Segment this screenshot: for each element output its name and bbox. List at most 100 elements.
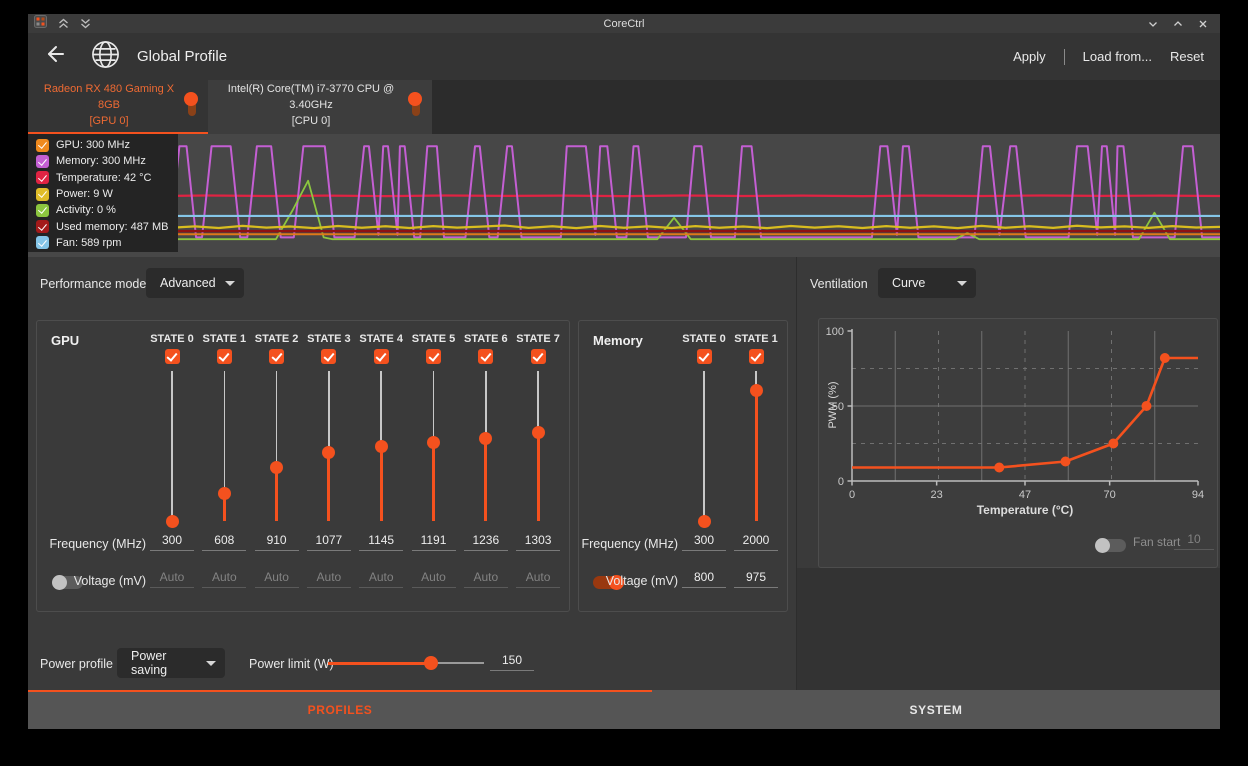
maximize-button[interactable]	[1173, 19, 1183, 29]
voltage-input[interactable]: Auto	[150, 570, 194, 588]
slider-handle[interactable]	[427, 436, 440, 449]
state-column: STATE 31077Auto	[303, 321, 355, 613]
slider-handle[interactable]	[322, 446, 335, 459]
back-button[interactable]	[44, 43, 66, 70]
tab-system[interactable]: SYSTEM	[652, 690, 1220, 729]
voltage-input[interactable]: Auto	[202, 570, 246, 588]
frequency-input[interactable]: 300	[682, 533, 726, 551]
power-limit-slider[interactable]	[328, 656, 484, 670]
axis-tick-label: 70	[1104, 489, 1116, 501]
slider-handle[interactable]	[218, 487, 231, 500]
state-checkbox[interactable]	[531, 349, 546, 364]
state-checkbox[interactable]	[749, 349, 764, 364]
frequency-slider[interactable]	[218, 371, 231, 521]
close-button[interactable]	[1198, 19, 1208, 29]
ventilation-mode-dropdown[interactable]: Curve	[878, 268, 976, 298]
state-checkbox[interactable]	[269, 349, 284, 364]
frequency-slider[interactable]	[479, 371, 492, 521]
voltage-input[interactable]: Auto	[255, 570, 299, 588]
sensor-graph: GPU: 300 MHzMemory: 300 MHzTemperature: …	[28, 134, 1220, 257]
frequency-input[interactable]: 1303	[516, 533, 560, 551]
slider-handle[interactable]	[270, 461, 283, 474]
state-checkbox[interactable]	[426, 349, 441, 364]
device-tab-bar: Radeon RX 480 Gaming X 8GB [GPU 0] Intel…	[28, 80, 1220, 134]
performance-mode-dropdown[interactable]: Advanced	[146, 268, 244, 298]
window-title: CoreCtrl	[28, 18, 1220, 30]
voltage-input[interactable]: Auto	[412, 570, 456, 588]
fan-curve-point[interactable]	[994, 463, 1004, 473]
frequency-input[interactable]: 300	[150, 533, 194, 551]
pin-toggle-icon[interactable]	[408, 92, 423, 120]
legend-item: Memory: 300 MHz	[36, 153, 178, 169]
load-from-button[interactable]: Load from...	[1083, 49, 1152, 64]
legend-checkbox[interactable]	[36, 171, 49, 184]
frequency-slider[interactable]	[270, 371, 283, 521]
legend-checkbox[interactable]	[36, 220, 49, 233]
titlebar[interactable]: CoreCtrl	[28, 14, 1220, 33]
fan-curve-chart[interactable]: 023477094050100	[819, 319, 1217, 567]
fan-curve-point[interactable]	[1060, 457, 1070, 467]
slider-handle[interactable]	[166, 515, 179, 528]
state-checkbox[interactable]	[165, 349, 180, 364]
tab-cpu-device[interactable]: Intel(R) Core(TM) i7-3770 CPU @ 3.40GHz …	[208, 80, 432, 134]
power-profile-dropdown[interactable]: Power saving	[117, 648, 225, 678]
frequency-slider[interactable]	[427, 371, 440, 521]
fan-start-toggle[interactable]	[1096, 539, 1126, 552]
legend-item: Power: 9 W	[36, 186, 178, 202]
tab-profiles[interactable]: PROFILES	[28, 690, 652, 729]
frequency-input[interactable]: 608	[202, 533, 246, 551]
voltage-input[interactable]: Auto	[464, 570, 508, 588]
frequency-slider[interactable]	[532, 371, 545, 521]
voltage-input[interactable]: 975	[734, 570, 778, 588]
frequency-slider[interactable]	[698, 371, 711, 521]
frequency-slider[interactable]	[322, 371, 335, 521]
legend-checkbox[interactable]	[36, 204, 49, 217]
apply-button[interactable]: Apply	[1013, 49, 1046, 64]
frequency-input[interactable]: 1191	[412, 533, 456, 551]
voltage-input[interactable]: Auto	[307, 570, 351, 588]
performance-mode-label: Performance mode	[40, 277, 146, 291]
state-column: STATE 41145Auto	[355, 321, 407, 613]
voltage-input[interactable]: Auto	[359, 570, 403, 588]
legend-checkbox[interactable]	[36, 236, 49, 249]
power-limit-input[interactable]: 150	[490, 653, 534, 671]
tab-gpu-device[interactable]: Radeon RX 480 Gaming X 8GB [GPU 0]	[28, 80, 208, 134]
frequency-slider[interactable]	[750, 371, 763, 521]
fan-curve-point[interactable]	[1108, 439, 1118, 449]
state-checkbox[interactable]	[374, 349, 389, 364]
frequency-input[interactable]: 1145	[359, 533, 403, 551]
fan-curve-point[interactable]	[1141, 401, 1151, 411]
fan-start-input[interactable]: 10	[1174, 532, 1214, 550]
state-checkbox[interactable]	[321, 349, 336, 364]
state-column: STATE 0300800	[678, 321, 730, 613]
frequency-input[interactable]: 2000	[734, 533, 778, 551]
voltage-input[interactable]: Auto	[516, 570, 560, 588]
slider-handle[interactable]	[698, 515, 711, 528]
state-checkbox[interactable]	[697, 349, 712, 364]
slider-handle[interactable]	[479, 432, 492, 445]
legend-checkbox[interactable]	[36, 139, 49, 152]
minimize-button[interactable]	[1148, 19, 1158, 29]
panel-divider	[796, 257, 797, 690]
frequency-input[interactable]: 1077	[307, 533, 351, 551]
state-checkbox[interactable]	[217, 349, 232, 364]
frequency-input[interactable]: 1236	[464, 533, 508, 551]
frequency-slider[interactable]	[375, 371, 388, 521]
fan-curve-point[interactable]	[1160, 353, 1170, 363]
slider-handle[interactable]	[532, 426, 545, 439]
legend-checkbox[interactable]	[36, 188, 49, 201]
legend-checkbox[interactable]	[36, 155, 49, 168]
state-label: STATE 1	[198, 333, 250, 345]
frequency-slider[interactable]	[166, 371, 179, 521]
state-column: STATE 61236Auto	[460, 321, 512, 613]
legend-label: Temperature: 42 °C	[56, 172, 152, 184]
legend-label: Used memory: 487 MB	[56, 221, 168, 233]
fan-chart-xlabel: Temperature (°C)	[852, 503, 1198, 517]
slider-handle[interactable]	[750, 384, 763, 397]
voltage-input[interactable]: 800	[682, 570, 726, 588]
state-checkbox[interactable]	[478, 349, 493, 364]
pin-toggle-icon[interactable]	[184, 92, 199, 120]
frequency-input[interactable]: 910	[255, 533, 299, 551]
reset-button[interactable]: Reset	[1170, 49, 1204, 64]
slider-handle[interactable]	[375, 440, 388, 453]
